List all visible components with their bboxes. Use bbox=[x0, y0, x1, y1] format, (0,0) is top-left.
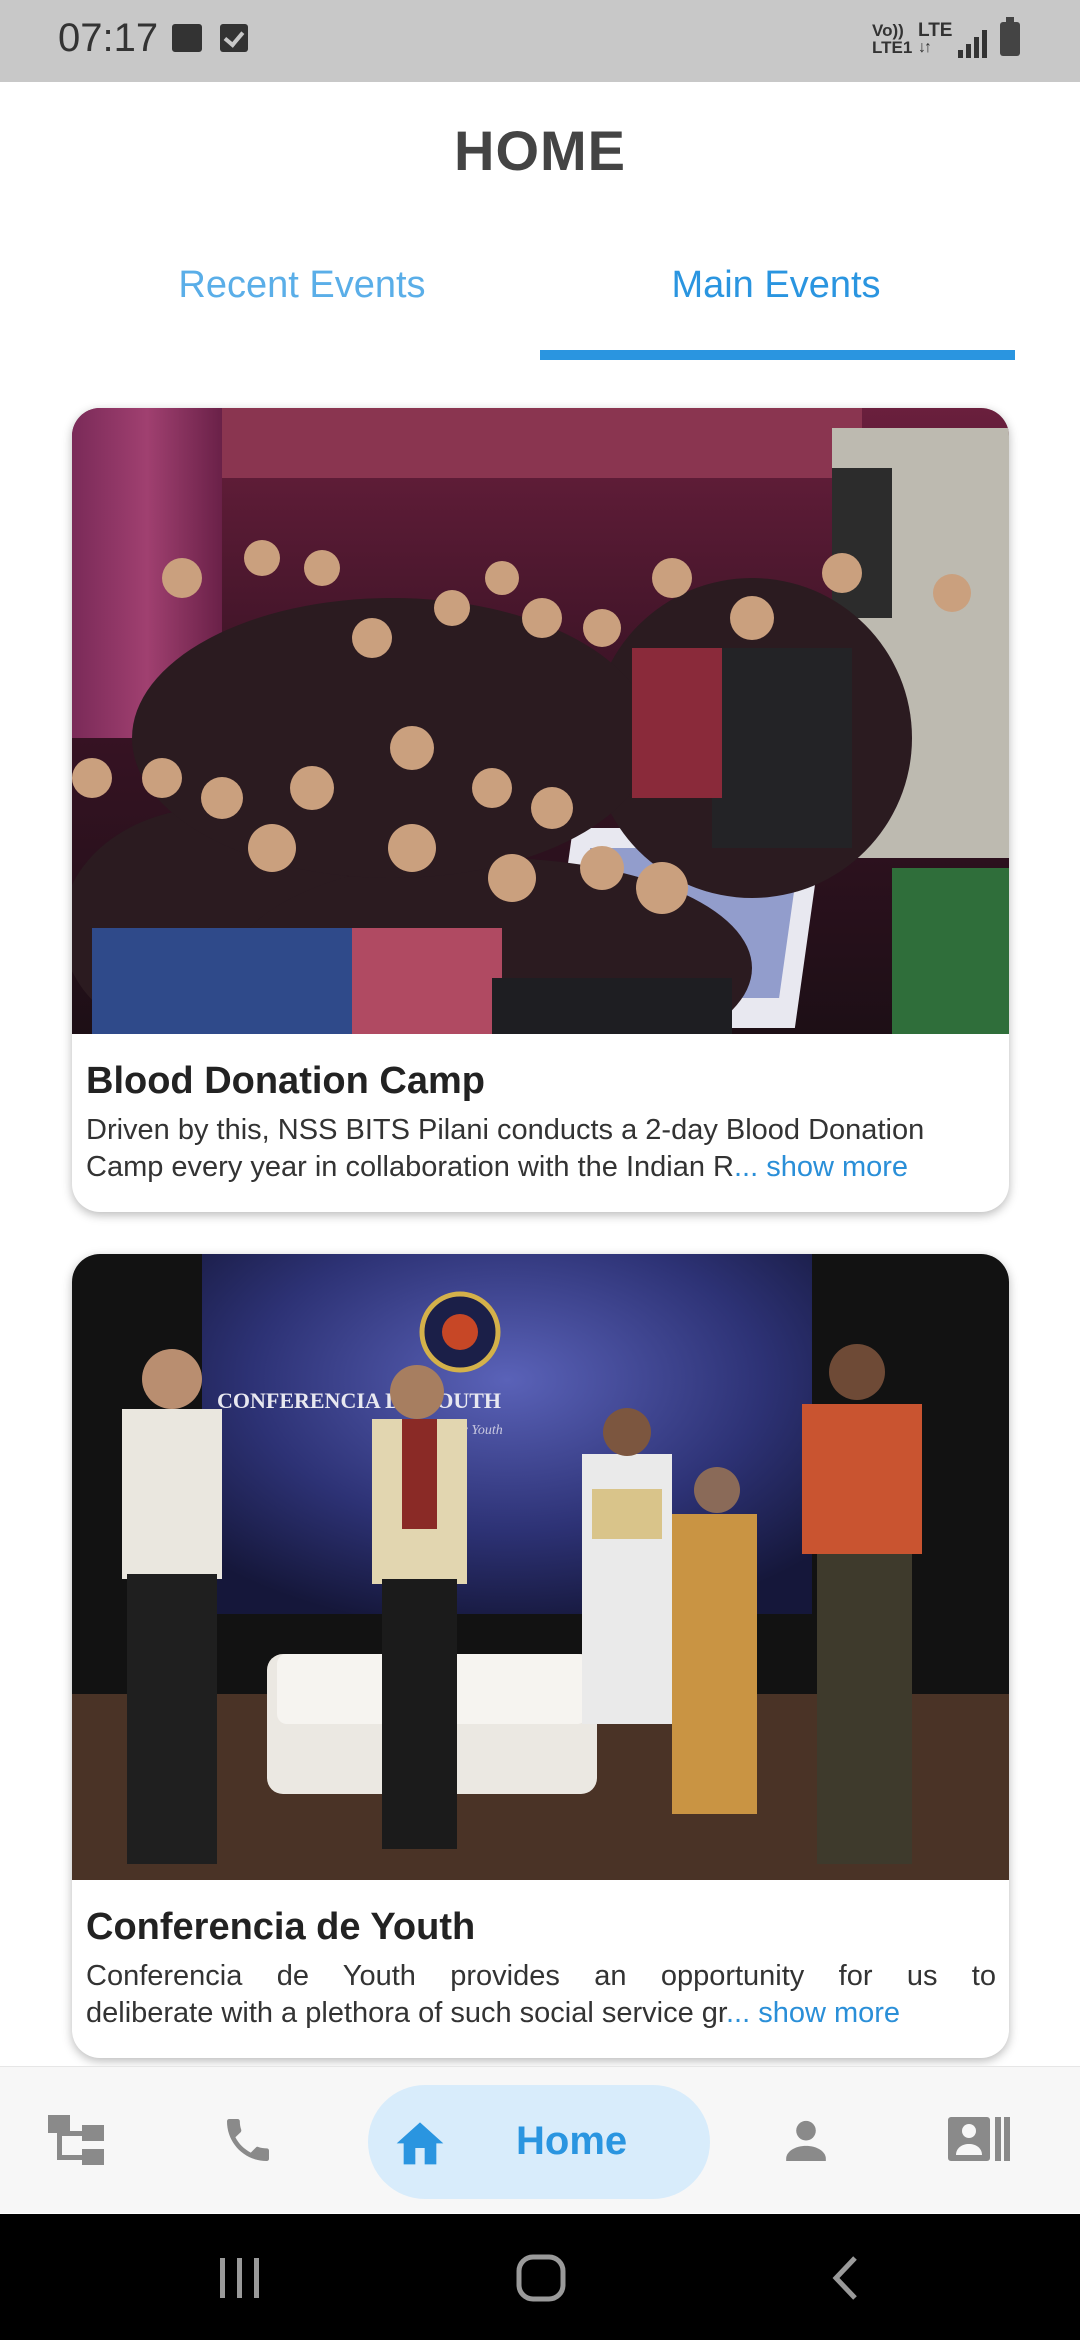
nav-home[interactable]: Home bbox=[368, 2085, 710, 2199]
image-icon bbox=[172, 24, 202, 52]
nav-contact[interactable] bbox=[178, 2067, 318, 2213]
show-more-link[interactable]: ... show more bbox=[726, 1997, 900, 2029]
hierarchy-icon bbox=[48, 2115, 104, 2165]
screen: 07:17 Vo)) LTE1 LTE ↓↑ HOME Recent Event… bbox=[0, 0, 1080, 2340]
status-time: 07:17 bbox=[58, 16, 159, 60]
contact-card-icon bbox=[948, 2117, 1010, 2161]
home-icon bbox=[396, 2122, 444, 2165]
stage-screen-title: CONFERENCIA DE YOUTH bbox=[217, 1388, 501, 1413]
nav-profile[interactable] bbox=[736, 2067, 876, 2213]
event-description-line: Driven by this, NSS BITS Pilani conducts… bbox=[86, 1114, 925, 1146]
back-icon[interactable] bbox=[830, 2254, 860, 2302]
volte-sim-label: LTE1 bbox=[872, 38, 913, 57]
event-description-line-with-more: deliberate with a plethora of such socia… bbox=[86, 1995, 996, 2032]
network-label: LTE bbox=[918, 20, 953, 41]
bottom-navigation: Home bbox=[0, 2066, 1080, 2213]
checkbox-icon bbox=[220, 24, 248, 52]
event-description-line: deliberate with a plethora of such socia… bbox=[86, 1997, 726, 2029]
signal-icon bbox=[958, 28, 988, 58]
tab-bar: Recent Events Main Events bbox=[0, 240, 1080, 360]
status-bar: 07:17 Vo)) LTE1 LTE ↓↑ bbox=[0, 0, 1080, 82]
home-button-icon[interactable] bbox=[516, 2254, 566, 2302]
event-photo-group bbox=[72, 408, 1009, 1034]
data-arrows-icon: ↓↑ bbox=[918, 39, 932, 56]
event-card-conferencia[interactable]: CONFERENCIA DE YOUTH Conference for Yout… bbox=[72, 1254, 1009, 2058]
lte-icon: LTE ↓↑ bbox=[918, 20, 953, 56]
event-description: Conferencia de Youth provides an opportu… bbox=[86, 1958, 996, 2032]
event-title: Blood Donation Camp bbox=[86, 1060, 485, 1102]
phone-icon bbox=[227, 2119, 269, 2161]
event-description: Driven by this, NSS BITS Pilani conducts… bbox=[86, 1112, 996, 1186]
tab-recent-events[interactable]: Recent Events bbox=[52, 264, 552, 307]
page-title: HOME bbox=[454, 119, 626, 182]
event-card-blood-donation[interactable]: Blood Donation Camp Driven by this, NSS … bbox=[72, 408, 1009, 1212]
person-icon bbox=[786, 2120, 826, 2161]
nav-home-label: Home bbox=[516, 2119, 628, 2163]
event-description-line: Conferencia de Youth provides an opportu… bbox=[86, 1960, 996, 1992]
volte-icon: Vo)) LTE1 bbox=[872, 22, 912, 56]
active-tab-indicator bbox=[540, 350, 1015, 360]
show-more-link[interactable]: ... show more bbox=[734, 1151, 908, 1183]
system-navigation-bar bbox=[0, 2214, 1080, 2340]
event-description-line-with-more: Camp every year in collaboration with th… bbox=[86, 1149, 996, 1186]
event-title: Conferencia de Youth bbox=[86, 1906, 476, 1948]
tab-main-events[interactable]: Main Events bbox=[526, 264, 1026, 307]
nav-structure[interactable] bbox=[4, 2067, 144, 2213]
recent-apps-icon[interactable] bbox=[218, 2258, 262, 2298]
nav-team[interactable] bbox=[910, 2067, 1050, 2213]
volte-label: Vo)) bbox=[872, 21, 904, 40]
battery-icon bbox=[1000, 17, 1020, 56]
event-photo-stage: CONFERENCIA DE YOUTH Conference for Yout… bbox=[72, 1254, 1009, 1880]
event-description-line: Camp every year in collaboration with th… bbox=[86, 1151, 734, 1183]
